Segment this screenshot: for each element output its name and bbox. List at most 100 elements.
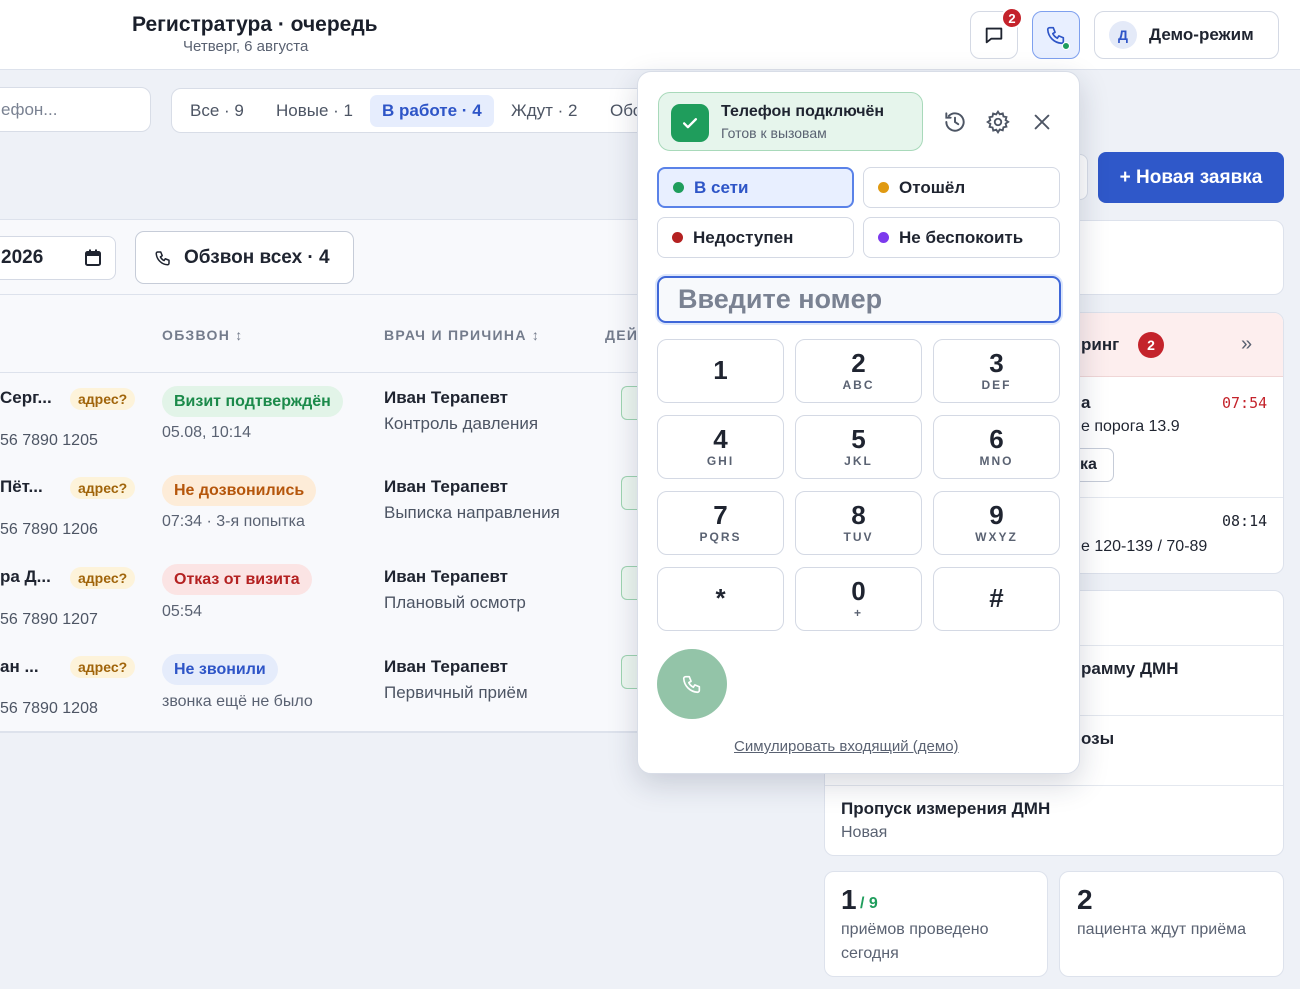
tab-new[interactable]: Новые · 1 [264, 95, 365, 127]
call-status-badge: Не дозвонились [162, 475, 317, 506]
tab-in-progress[interactable]: В работе · 4 [370, 95, 494, 127]
messages-button[interactable]: 2 [970, 7, 1023, 59]
call-button[interactable] [657, 649, 727, 719]
patient-name[interactable]: ра Д... [0, 567, 51, 587]
search-placeholder: ефон... [1, 99, 58, 119]
column-header-actions: ДЕЙ [605, 327, 639, 343]
patient-phone: 56 7890 1207 [0, 611, 98, 628]
dial-key-star[interactable]: * [657, 567, 784, 631]
new-request-button[interactable]: + Новая заявка [1098, 152, 1284, 203]
dial-key-1[interactable]: 1 [657, 339, 784, 403]
expand-icon[interactable]: » [1241, 333, 1252, 356]
stat-value: 2 [1077, 884, 1093, 915]
patient-phone: 56 7890 1205 [0, 432, 98, 449]
status-tabs: Все · 9 Новые · 1 В работе · 4 Ждут · 2 … [171, 88, 671, 133]
phone-icon [682, 675, 701, 694]
away-dot [878, 182, 889, 193]
dial-key-0[interactable]: 0 + [795, 567, 922, 631]
key-digit: 8 [851, 500, 866, 530]
address-warning-badge: адрес? [70, 567, 136, 589]
patient-name[interactable]: ан ... [0, 657, 39, 677]
dial-key-7[interactable]: 7 PQRS [657, 491, 784, 555]
dial-key-2[interactable]: 2 ABC [795, 339, 922, 403]
patient-name[interactable]: Пёт... [0, 477, 43, 497]
task-title[interactable]: рамму ДМН [1081, 659, 1179, 679]
dial-key-3[interactable]: 3 DEF [933, 339, 1060, 403]
patient-name[interactable]: Серг... [0, 388, 52, 408]
page-date: Четверг, 6 августа [183, 38, 309, 55]
phone-toggle-button[interactable] [1032, 11, 1080, 59]
status-label: Не беспокоить [899, 227, 1024, 247]
task-status: Новая [841, 824, 888, 841]
phone-number-input[interactable]: Введите номер [657, 276, 1061, 323]
dial-key-9[interactable]: 9 WXYZ [933, 491, 1060, 555]
visit-reason: Первичный приём [384, 683, 528, 702]
call-status-badge: Визит подтверждён [162, 386, 343, 417]
check-icon [671, 104, 709, 142]
address-warning-badge: адрес? [70, 388, 136, 410]
calendar-icon[interactable] [85, 249, 101, 267]
alert-text: е 120-139 / 70-89 [1081, 538, 1208, 555]
stat-card-waiting: 2 пациента ждут приёма [1059, 871, 1284, 977]
key-letters: DEF [981, 378, 1012, 392]
status-unavailable-button[interactable]: Недоступен [657, 217, 854, 258]
key-digit: 4 [713, 424, 728, 454]
call-all-label: Обзвон всех · 4 [184, 246, 330, 268]
avatar: Д [1109, 21, 1137, 49]
dial-key-8[interactable]: 8 TUV [795, 491, 922, 555]
patient-phone: 56 7890 1208 [0, 700, 98, 717]
status-dnd-button[interactable]: Не беспокоить [863, 217, 1060, 258]
call-all-button[interactable]: Обзвон всех · 4 [135, 231, 354, 284]
tab-waiting[interactable]: Ждут · 2 [499, 95, 589, 127]
simulate-incoming-link[interactable]: Симулировать входящий (демо) [734, 738, 959, 755]
close-icon[interactable] [1028, 108, 1056, 136]
key-letters: WXYZ [975, 530, 1018, 544]
doctor-name: Иван Терапевт [384, 657, 508, 676]
key-letters: PQRS [699, 530, 742, 544]
gear-icon[interactable] [984, 108, 1012, 136]
demo-mode-button[interactable]: Д Демо-режим [1094, 11, 1279, 59]
key-digit: 3 [989, 348, 1004, 378]
monitoring-badge: 2 [1138, 332, 1164, 358]
key-digit: 5 [851, 424, 866, 454]
online-dot [673, 182, 684, 193]
demo-mode-label: Демо-режим [1149, 25, 1254, 44]
connection-status: Телефон подключён Готов к вызовам [658, 92, 923, 151]
tab-all[interactable]: Все · 9 [178, 95, 256, 127]
column-header-calling[interactable]: ОБЗВОН ↕ [162, 327, 244, 343]
stat-total: / 9 [860, 895, 878, 912]
app-header: Регистратура · очередь Четверг, 6 август… [0, 0, 1300, 70]
key-digit: 9 [989, 500, 1004, 530]
stat-label: пациента ждут приёма [1077, 921, 1246, 938]
call-status-detail: 07:34 · 3-я попытка [162, 513, 305, 530]
dial-key-5[interactable]: 5 JKL [795, 415, 922, 479]
softphone-panel: Телефон подключён Готов к вызовам В сети… [637, 71, 1080, 774]
dial-key-4[interactable]: 4 GHI [657, 415, 784, 479]
status-label: Недоступен [693, 227, 794, 247]
search-input[interactable]: ефон... [0, 87, 151, 132]
key-letters: ABC [842, 378, 875, 392]
alert-title: а [1081, 393, 1091, 412]
key-digit: 1 [713, 355, 728, 385]
dial-key-6[interactable]: 6 MNO [933, 415, 1060, 479]
stat-card-visits: 1 / 9 приёмов проведено сегодня [824, 871, 1048, 977]
key-digit: 2 [851, 348, 866, 378]
task-title[interactable]: Пропуск измерения ДМН [841, 799, 1050, 819]
phone-icon [155, 250, 170, 265]
status-away-button[interactable]: Отошёл [863, 167, 1060, 208]
key-digit: 0 [851, 576, 866, 606]
status-online-button[interactable]: В сети [657, 167, 854, 208]
monitoring-title: ринг [1081, 335, 1120, 354]
dial-key-hash[interactable]: # [933, 567, 1060, 631]
task-title[interactable]: озы [1081, 729, 1114, 749]
doctor-name: Иван Терапевт [384, 388, 508, 407]
column-header-doctor[interactable]: ВРАЧ И ПРИЧИНА ↕ [384, 327, 540, 343]
messages-badge: 2 [1001, 7, 1023, 29]
doctor-name: Иван Терапевт [384, 567, 508, 586]
address-warning-badge: адрес? [70, 477, 136, 499]
stat-label: приёмов проведено сегодня [841, 921, 989, 962]
connection-subtitle: Готов к вызовам [721, 125, 827, 141]
history-icon[interactable] [941, 108, 969, 136]
key-digit: * [715, 583, 726, 613]
page-title: Регистратура · очередь [132, 13, 378, 36]
